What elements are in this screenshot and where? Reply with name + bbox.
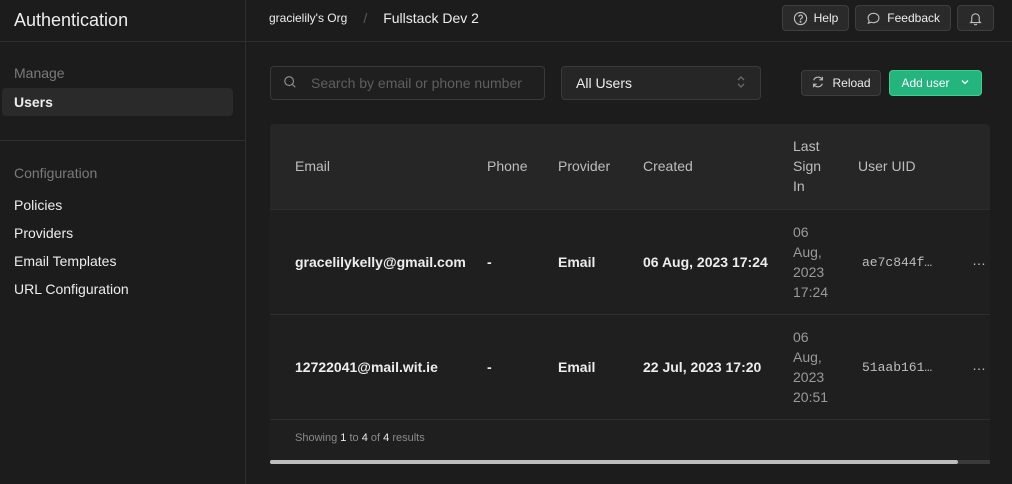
pagination-prefix: Showing [295,432,338,444]
feedback-icon [866,11,881,26]
users-table: Email Phone Provider Created Last Sign I… [270,124,990,460]
row-menu-button[interactable]: … [972,355,986,375]
column-header-user-uid: User UID [858,158,916,174]
sidebar-item-providers[interactable]: Providers [0,219,245,247]
sidebar-item-label: Email Templates [14,253,117,269]
sidebar-item-label: URL Configuration [14,281,129,297]
column-header-last-sign-in: Last Sign In [793,138,822,194]
help-button[interactable]: Help [781,5,850,31]
help-icon [793,11,808,26]
sidebar-item-label: Users [14,94,53,110]
sidebar-item-email-templates[interactable]: Email Templates [0,247,245,275]
cell-created: 22 Jul, 2023 17:20 [643,359,762,375]
table-row[interactable]: 12722041@mail.wit.ie - Email 22 Jul, 202… [270,315,990,420]
column-header-created: Created [643,158,693,174]
sidebar-item-policies[interactable]: Policies [0,191,245,219]
cell-provider: Email [558,254,596,270]
pagination-total: 4 [383,432,390,444]
cell-email: gracelilykelly@gmail.com [295,254,466,270]
reload-icon [811,75,825,92]
cell-phone: - [487,359,492,375]
horizontal-scrollbar[interactable] [270,460,990,464]
feedback-label: Feedback [887,11,940,25]
bell-icon [968,11,983,26]
table-header: Email Phone Provider Created Last Sign I… [270,124,990,210]
cell-email: 12722041@mail.wit.ie [295,359,438,375]
cell-user-uid: ae7c844f… [862,255,933,270]
help-label: Help [813,11,839,25]
sidebar-item-url-configuration[interactable]: URL Configuration [0,275,245,303]
cell-phone: - [487,254,492,270]
pagination-to-word: to [349,432,359,444]
top-actions: Help Feedback [781,5,994,31]
column-header-provider: Provider [558,158,611,174]
reload-button[interactable]: Reload [801,70,881,96]
cell-last-sign-in: 06 Aug, 2023 17:24 [793,224,829,300]
cell-created: 06 Aug, 2023 17:24 [643,254,768,270]
row-menu-button[interactable]: … [972,250,986,270]
pagination-to: 4 [361,432,368,444]
section-label-manage: Manage [14,65,65,81]
search-field[interactable] [270,66,545,100]
user-filter-value: All Users [576,75,633,91]
section-label-configuration: Configuration [14,165,98,181]
search-input[interactable] [311,75,531,91]
pagination-summary: Showing 1 to 4 of 4 results [295,432,425,444]
cell-provider: Email [558,359,596,375]
chevron-down-icon [960,76,970,90]
sidebar-item-label: Policies [14,197,63,213]
pagination-from: 1 [340,432,347,444]
column-header-phone: Phone [487,158,528,174]
user-filter-select[interactable]: All Users [561,66,761,100]
cell-user-uid: 51aab161… [862,360,933,375]
sidebar-title: Authentication [14,10,129,30]
updown-icon [736,75,746,92]
breadcrumb-project[interactable]: Fullstack Dev 2 [383,10,479,26]
reload-label: Reload [832,76,871,90]
pagination-suffix: results [392,432,425,444]
breadcrumb: gracielily's Org / Fullstack Dev 2 [269,10,479,26]
add-user-button[interactable]: Add user [889,70,982,96]
notifications-button[interactable] [957,5,994,31]
search-icon [283,75,297,92]
sidebar-header: Authentication [0,0,245,42]
cell-last-sign-in: 06 Aug, 2023 20:51 [793,329,829,405]
sidebar-item-label: Providers [14,225,74,241]
pagination-of-word: of [370,432,381,444]
table-row[interactable]: gracelilykelly@gmail.com - Email 06 Aug,… [270,210,990,315]
feedback-button[interactable]: Feedback [855,5,951,31]
sidebar-item-users[interactable]: Users [2,88,233,116]
sidebar: Authentication Manage Users Configuratio… [0,0,246,484]
scrollbar-thumb[interactable] [270,460,958,464]
add-user-label: Add user [901,76,950,90]
topbar: gracielily's Org / Fullstack Dev 2 Help … [246,0,1012,42]
table-footer: Showing 1 to 4 of 4 results [270,420,990,460]
column-header-email: Email [295,158,331,174]
breadcrumb-separator: / [363,10,368,26]
breadcrumb-org[interactable]: gracielily's Org [269,11,347,25]
